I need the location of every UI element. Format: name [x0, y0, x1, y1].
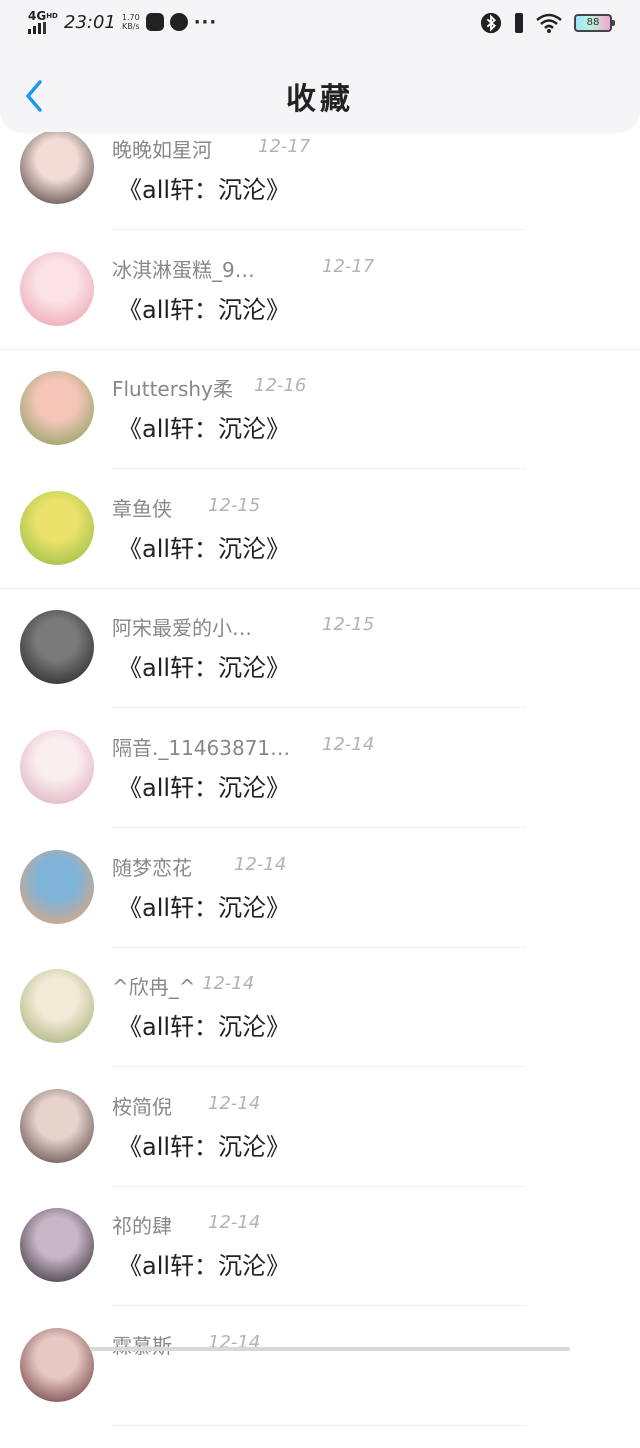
clock: 23:01 — [64, 11, 116, 33]
bluetooth-icon — [480, 12, 502, 34]
username[interactable]: 冰淇淋蛋糕_9… — [112, 254, 255, 283]
date: 12-14 — [208, 1212, 261, 1234]
work-title[interactable]: 《all轩：沉沦》 — [118, 290, 290, 325]
speed-unit: KB/s — [121, 22, 140, 31]
date: 12-15 — [322, 614, 375, 636]
list-item[interactable]: 章鱼侠 12-15 《all轩：沉沦》 — [0, 490, 640, 611]
vibrate-icon — [515, 13, 523, 33]
date: 12-14 — [208, 1092, 261, 1114]
signal-icon: 4GHD — [28, 10, 58, 34]
network-sup: HD — [46, 12, 58, 20]
divider — [0, 348, 640, 350]
username[interactable]: 隔音._11463871… — [112, 732, 290, 761]
username[interactable]: 祁的肆 — [112, 1210, 172, 1239]
username[interactable]: ^欣冉_^ — [112, 971, 196, 1000]
list-item[interactable]: 桉简倪 12-14 《all轩：沉沦》 — [0, 1088, 640, 1209]
avatar[interactable] — [20, 849, 94, 924]
list-item[interactable]: ^欣冉_^ 12-14 《all轩：沉沦》 — [0, 969, 640, 1089]
divider — [112, 826, 526, 828]
work-title[interactable]: 《all轩：沉沦》 — [118, 888, 290, 923]
battery-icon: 88 — [574, 14, 615, 32]
navigation-bar: 收藏 — [0, 48, 640, 132]
work-title[interactable]: 《all轩：沉沦》 — [118, 1246, 290, 1281]
divider — [112, 946, 526, 948]
username[interactable]: 阿宋最爱的小… — [112, 612, 252, 641]
list-item[interactable]: 阿宋最爱的小… 12-15 《all轩：沉沦》 — [0, 610, 640, 730]
avatar[interactable] — [20, 729, 94, 804]
app-notification-icon — [145, 13, 164, 31]
status-bar-right: 88 — [480, 12, 615, 34]
list-item[interactable]: 随梦恋花 12-14 《all轩：沉沦》 — [0, 849, 640, 970]
username[interactable]: Fluttershy柔 — [112, 373, 233, 402]
divider — [112, 1424, 526, 1426]
status-bar: 4GHD 23:01 1.70 KB/s ··· 88 — [0, 0, 640, 48]
favorites-list[interactable]: 晚晚如星河 12-17 《all轩：沉沦》 冰淇淋蛋糕_9… 12-17 《all轩：沉沦… — [0, 130, 640, 1448]
avatar[interactable] — [20, 251, 94, 326]
home-indicator[interactable] — [90, 1347, 570, 1351]
battery-level: 88 — [586, 17, 600, 28]
divider — [112, 229, 526, 230]
divider — [0, 587, 640, 589]
list-item[interactable]: 霖慕斯 12-14 — [0, 1327, 640, 1448]
list-item[interactable]: 晚晚如星河 12-17 《all轩：沉沦》 — [0, 130, 640, 252]
list-item[interactable]: 冰淇淋蛋糕_9… 12-17 《all轩：沉沦》 — [0, 251, 640, 372]
work-title[interactable]: 《all轩：沉沦》 — [118, 768, 290, 803]
page-title: 收藏 — [286, 82, 354, 117]
list-item[interactable]: 隔音._11463871… 12-14 《all轩：沉沦》 — [0, 729, 640, 850]
avatar[interactable] — [20, 1327, 94, 1402]
username[interactable]: 桉简倪 — [112, 1091, 172, 1120]
work-title[interactable]: 《all轩：沉沦》 — [118, 529, 290, 564]
date: 12-14 — [202, 973, 255, 995]
date: 12-14 — [234, 853, 287, 875]
divider — [112, 1185, 526, 1187]
list-item[interactable]: 祁的肆 12-14 《all轩：沉沦》 — [0, 1208, 640, 1328]
divider — [112, 1066, 526, 1068]
divider — [112, 468, 526, 470]
username[interactable]: 晚晚如星河 — [112, 134, 212, 163]
date: 12-15 — [208, 494, 261, 516]
network-label: 4G — [28, 9, 47, 23]
avatar[interactable] — [20, 1088, 94, 1163]
divider — [112, 707, 526, 709]
avatar[interactable] — [20, 130, 94, 204]
work-title[interactable]: 《all轩：沉沦》 — [118, 1007, 290, 1042]
date: 12-14 — [322, 733, 375, 755]
avatar[interactable] — [20, 969, 94, 1044]
work-title[interactable]: 《all轩：沉沦》 — [118, 648, 290, 683]
divider — [112, 1305, 526, 1307]
list-item[interactable]: Fluttershy柔 12-16 《all轩：沉沦》 — [0, 371, 640, 491]
avatar[interactable] — [20, 610, 94, 685]
date: 12-16 — [254, 375, 307, 397]
work-title[interactable]: 《all轩：沉沦》 — [118, 170, 290, 205]
avatar[interactable] — [20, 371, 94, 446]
date: 12-17 — [322, 255, 375, 277]
network-speed: 1.70 KB/s — [122, 13, 140, 31]
wifi-icon — [536, 13, 562, 33]
speed-value: 1.70 — [121, 13, 140, 22]
avatar[interactable] — [20, 490, 94, 565]
username[interactable]: 章鱼侠 — [112, 493, 172, 522]
work-title[interactable]: 《all轩：沉沦》 — [118, 409, 290, 444]
username[interactable]: 霖慕斯 — [112, 1330, 172, 1359]
app-notification-icon-2 — [169, 13, 188, 31]
work-title[interactable]: 《all轩：沉沦》 — [118, 1127, 290, 1162]
date: 12-17 — [258, 136, 311, 157]
avatar[interactable] — [20, 1208, 94, 1283]
status-bar-left: 4GHD 23:01 1.70 KB/s ··· — [28, 10, 217, 34]
more-dots-icon: ··· — [193, 11, 218, 33]
username[interactable]: 随梦恋花 — [112, 852, 192, 881]
